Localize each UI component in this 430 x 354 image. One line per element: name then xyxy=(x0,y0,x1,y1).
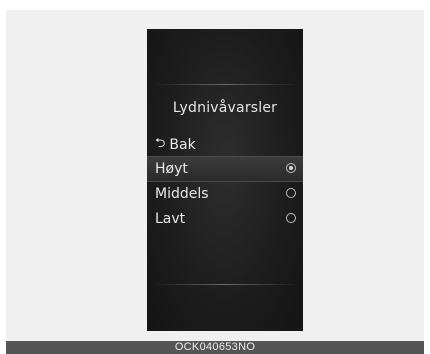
option-label: Lavt xyxy=(155,211,186,227)
back-button[interactable]: ⮌ Bak xyxy=(147,133,303,157)
image-frame: Lydnivåvarsler ⮌ Bak Høyt Middels Lavt xyxy=(6,10,424,341)
option-hoyt[interactable]: Høyt xyxy=(147,156,303,182)
back-label: Bak xyxy=(169,137,196,153)
radio-unselected-icon[interactable] xyxy=(286,188,296,198)
display-screen: Lydnivåvarsler ⮌ Bak Høyt Middels Lavt xyxy=(147,29,303,331)
option-middels[interactable]: Middels xyxy=(147,182,303,206)
option-label: Høyt xyxy=(155,161,188,177)
option-lavt[interactable]: Lavt xyxy=(147,207,303,231)
radio-selected-icon[interactable] xyxy=(286,163,296,173)
bottom-divider xyxy=(153,284,297,285)
image-caption-code: OCK040653NO xyxy=(6,341,424,354)
page: Lydnivåvarsler ⮌ Bak Høyt Middels Lavt O… xyxy=(0,0,430,354)
radio-unselected-icon[interactable] xyxy=(286,213,296,223)
return-arrow-icon: ⮌ xyxy=(155,136,166,151)
menu-title: Lydnivåvarsler xyxy=(172,100,278,116)
top-divider xyxy=(153,84,297,85)
option-label: Middels xyxy=(155,186,209,202)
